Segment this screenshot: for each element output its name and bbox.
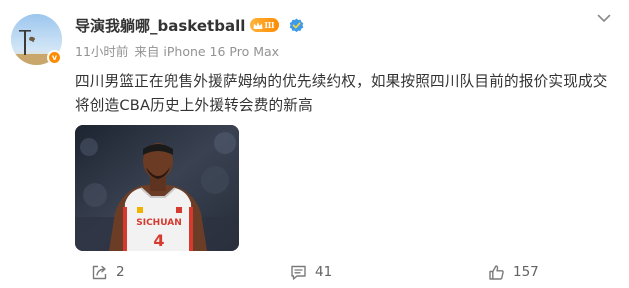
post-text-line: 四川男篮正在兜售外援萨姆纳的优先续约权，如果按照四川队目前的报价实现成交: [75, 73, 608, 90]
post-image[interactable]: SICHUAN 4: [75, 125, 239, 251]
like-count: 157: [513, 264, 539, 280]
crown-icon: [253, 21, 263, 29]
author-name[interactable]: 导演我躺哪_basketball: [75, 15, 245, 36]
player-photo: SICHUAN 4: [75, 125, 239, 251]
share-count: 2: [116, 264, 125, 280]
share-icon: [92, 265, 107, 279]
post-actions-bar: 2 41 157: [0, 258, 629, 286]
comment-count: 41: [315, 264, 333, 280]
post-meta: 11小时前 来自 iPhone 16 Pro Max: [75, 41, 279, 59]
post-time[interactable]: 11小时前: [75, 41, 128, 60]
more-options-button[interactable]: [594, 10, 614, 26]
verified-icon[interactable]: [289, 18, 304, 33]
post-text-line: 将创造CBA历史上外援转会费的新高: [75, 97, 313, 114]
share-button[interactable]: 2: [91, 260, 125, 284]
post-text: 四川男篮正在兜售外援萨姆纳的优先续约权，如果按照四川队目前的报价实现成交 将创造…: [75, 70, 620, 118]
weibo-post-card: v 导演我躺哪_basketball III 11小时前 来自 iPhone 1…: [0, 0, 629, 288]
author-row: 导演我躺哪_basketball III: [75, 14, 304, 36]
membership-level-badge[interactable]: III: [250, 18, 280, 32]
jersey-text: SICHUAN: [136, 218, 182, 228]
jersey-number: 4: [153, 231, 164, 250]
like-icon: [489, 264, 504, 280]
post-source: 来自 iPhone 16 Pro Max: [134, 43, 280, 59]
chevron-down-icon: [597, 14, 611, 22]
comment-icon: [291, 265, 306, 280]
avatar-verified-badge: v: [47, 50, 62, 65]
membership-level-text: III: [264, 20, 275, 30]
comment-button[interactable]: 41: [290, 260, 332, 284]
like-button[interactable]: 157: [488, 260, 539, 284]
